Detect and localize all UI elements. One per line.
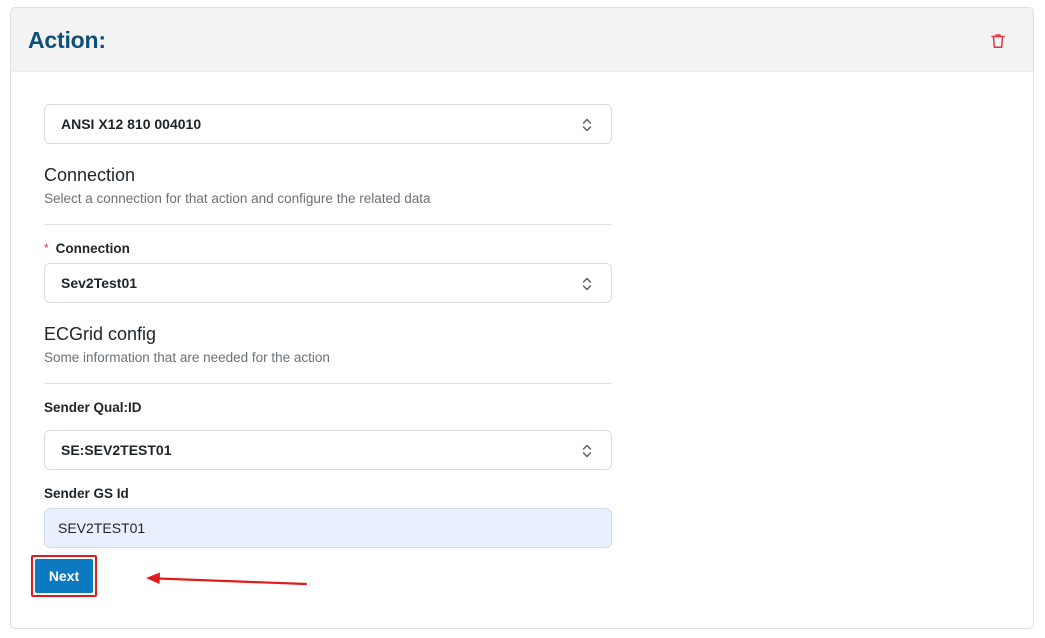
card-header: Action:: [11, 8, 1033, 72]
chevron-up-down-icon: [582, 444, 592, 458]
document-type-select[interactable]: ANSI X12 810 004010: [44, 104, 612, 144]
ecgrid-section-description: Some information that are needed for the…: [44, 350, 330, 365]
next-button[interactable]: Next: [35, 559, 93, 593]
connection-select[interactable]: Sev2Test01: [44, 263, 612, 303]
connection-field-label: * Connection: [44, 241, 130, 256]
annotation-arrow: [146, 572, 308, 586]
action-card: Action: ANSI X12 810 004010 Connection S…: [10, 7, 1034, 629]
connection-section-description: Select a connection for that action and …: [44, 191, 431, 206]
connection-section-title: Connection: [44, 165, 136, 185]
ecgrid-section-title: ECGrid config: [44, 324, 157, 344]
delete-button[interactable]: [989, 31, 1007, 51]
card-title: Action:: [28, 27, 106, 53]
document-type-value: ANSI X12 810 004010: [61, 116, 202, 132]
divider: [44, 224, 612, 225]
sender-gs-label: Sender GS Id: [44, 486, 129, 501]
trash-icon: [991, 34, 1005, 48]
sender-qual-value: SE:SEV2TEST01: [61, 442, 172, 458]
next-button-highlight: Next: [31, 555, 97, 597]
connection-value: Sev2Test01: [61, 275, 138, 291]
connection-label-text: Connection: [55, 241, 130, 256]
divider: [44, 383, 612, 384]
sender-gs-input[interactable]: [44, 508, 612, 548]
chevron-up-down-icon: [582, 277, 592, 291]
sender-qual-select[interactable]: SE:SEV2TEST01: [44, 430, 612, 470]
required-marker: *: [44, 241, 49, 255]
chevron-up-down-icon: [582, 118, 592, 132]
sender-qual-label: Sender Qual:ID: [44, 400, 142, 415]
